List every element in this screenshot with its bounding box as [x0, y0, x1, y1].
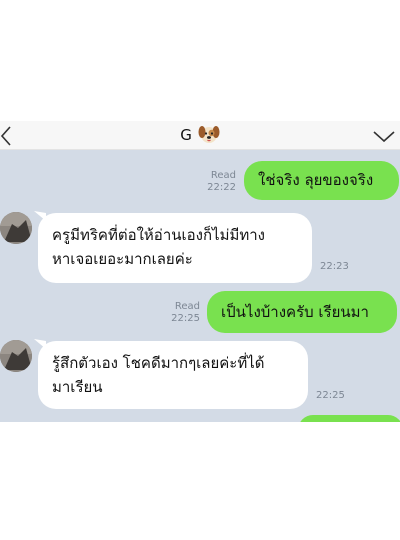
- avatar[interactable]: [0, 212, 32, 244]
- avatar-photo-icon: [0, 212, 32, 244]
- message-text: ใช่จริง ลุยของจริง: [258, 171, 374, 189]
- message-time: 22:22: [207, 182, 236, 193]
- message-line: หาเจอเยอะมากเลยค่ะ: [52, 250, 193, 268]
- message-bubble-outgoing[interactable]: ใช่จริง ลุยของจริง: [244, 161, 399, 200]
- message-line: รู้สึกตัวเอง โชคดีมากๆเลยค่ะที่ได้: [52, 354, 265, 372]
- message-bubble-incoming[interactable]: ครูมีทริคที่ต่อให้อ่านเองก็ไม่มีทาง หาเจ…: [38, 213, 312, 283]
- avatar[interactable]: [0, 340, 32, 372]
- message-line: ครูมีทริคที่ต่อให้อ่านเองก็ไม่มีทาง: [52, 226, 265, 244]
- chat-header: G: [0, 121, 400, 150]
- message-meta: Read 22:25: [160, 301, 200, 325]
- chat-screenshot: G Read 22:22 ใช่จริง ลุยของจริง ครูมีทริ…: [0, 121, 400, 422]
- message-time: 22:25: [171, 313, 200, 324]
- message-bubble-incoming[interactable]: รู้สึกตัวเอง โชคดีมากๆเลยค่ะที่ได้ มาเรี…: [38, 341, 308, 409]
- read-receipt: Read: [174, 301, 200, 312]
- contact-name: G: [180, 126, 192, 144]
- chat-area: Read 22:22 ใช่จริง ลุยของจริง ครูมีทริคท…: [0, 150, 400, 422]
- dog-face-emoji-icon: [198, 126, 220, 143]
- message-time: 22:25: [316, 390, 345, 401]
- chat-title: G: [0, 124, 400, 144]
- read-receipt: Read: [210, 170, 236, 181]
- message-line: มาเรียน: [52, 378, 103, 396]
- message-meta: Read 22:22: [196, 170, 236, 194]
- chevron-down-icon[interactable]: [372, 129, 396, 143]
- message-bubble-outgoing[interactable]: เป็นไงบ้างครับ เรียนมา: [207, 291, 397, 333]
- message-time: 22:23: [320, 261, 349, 272]
- message-bubble-outgoing-partial[interactable]: [298, 415, 400, 422]
- avatar-photo-icon: [0, 340, 32, 372]
- message-text: เป็นไงบ้างครับ เรียนมา: [221, 303, 369, 321]
